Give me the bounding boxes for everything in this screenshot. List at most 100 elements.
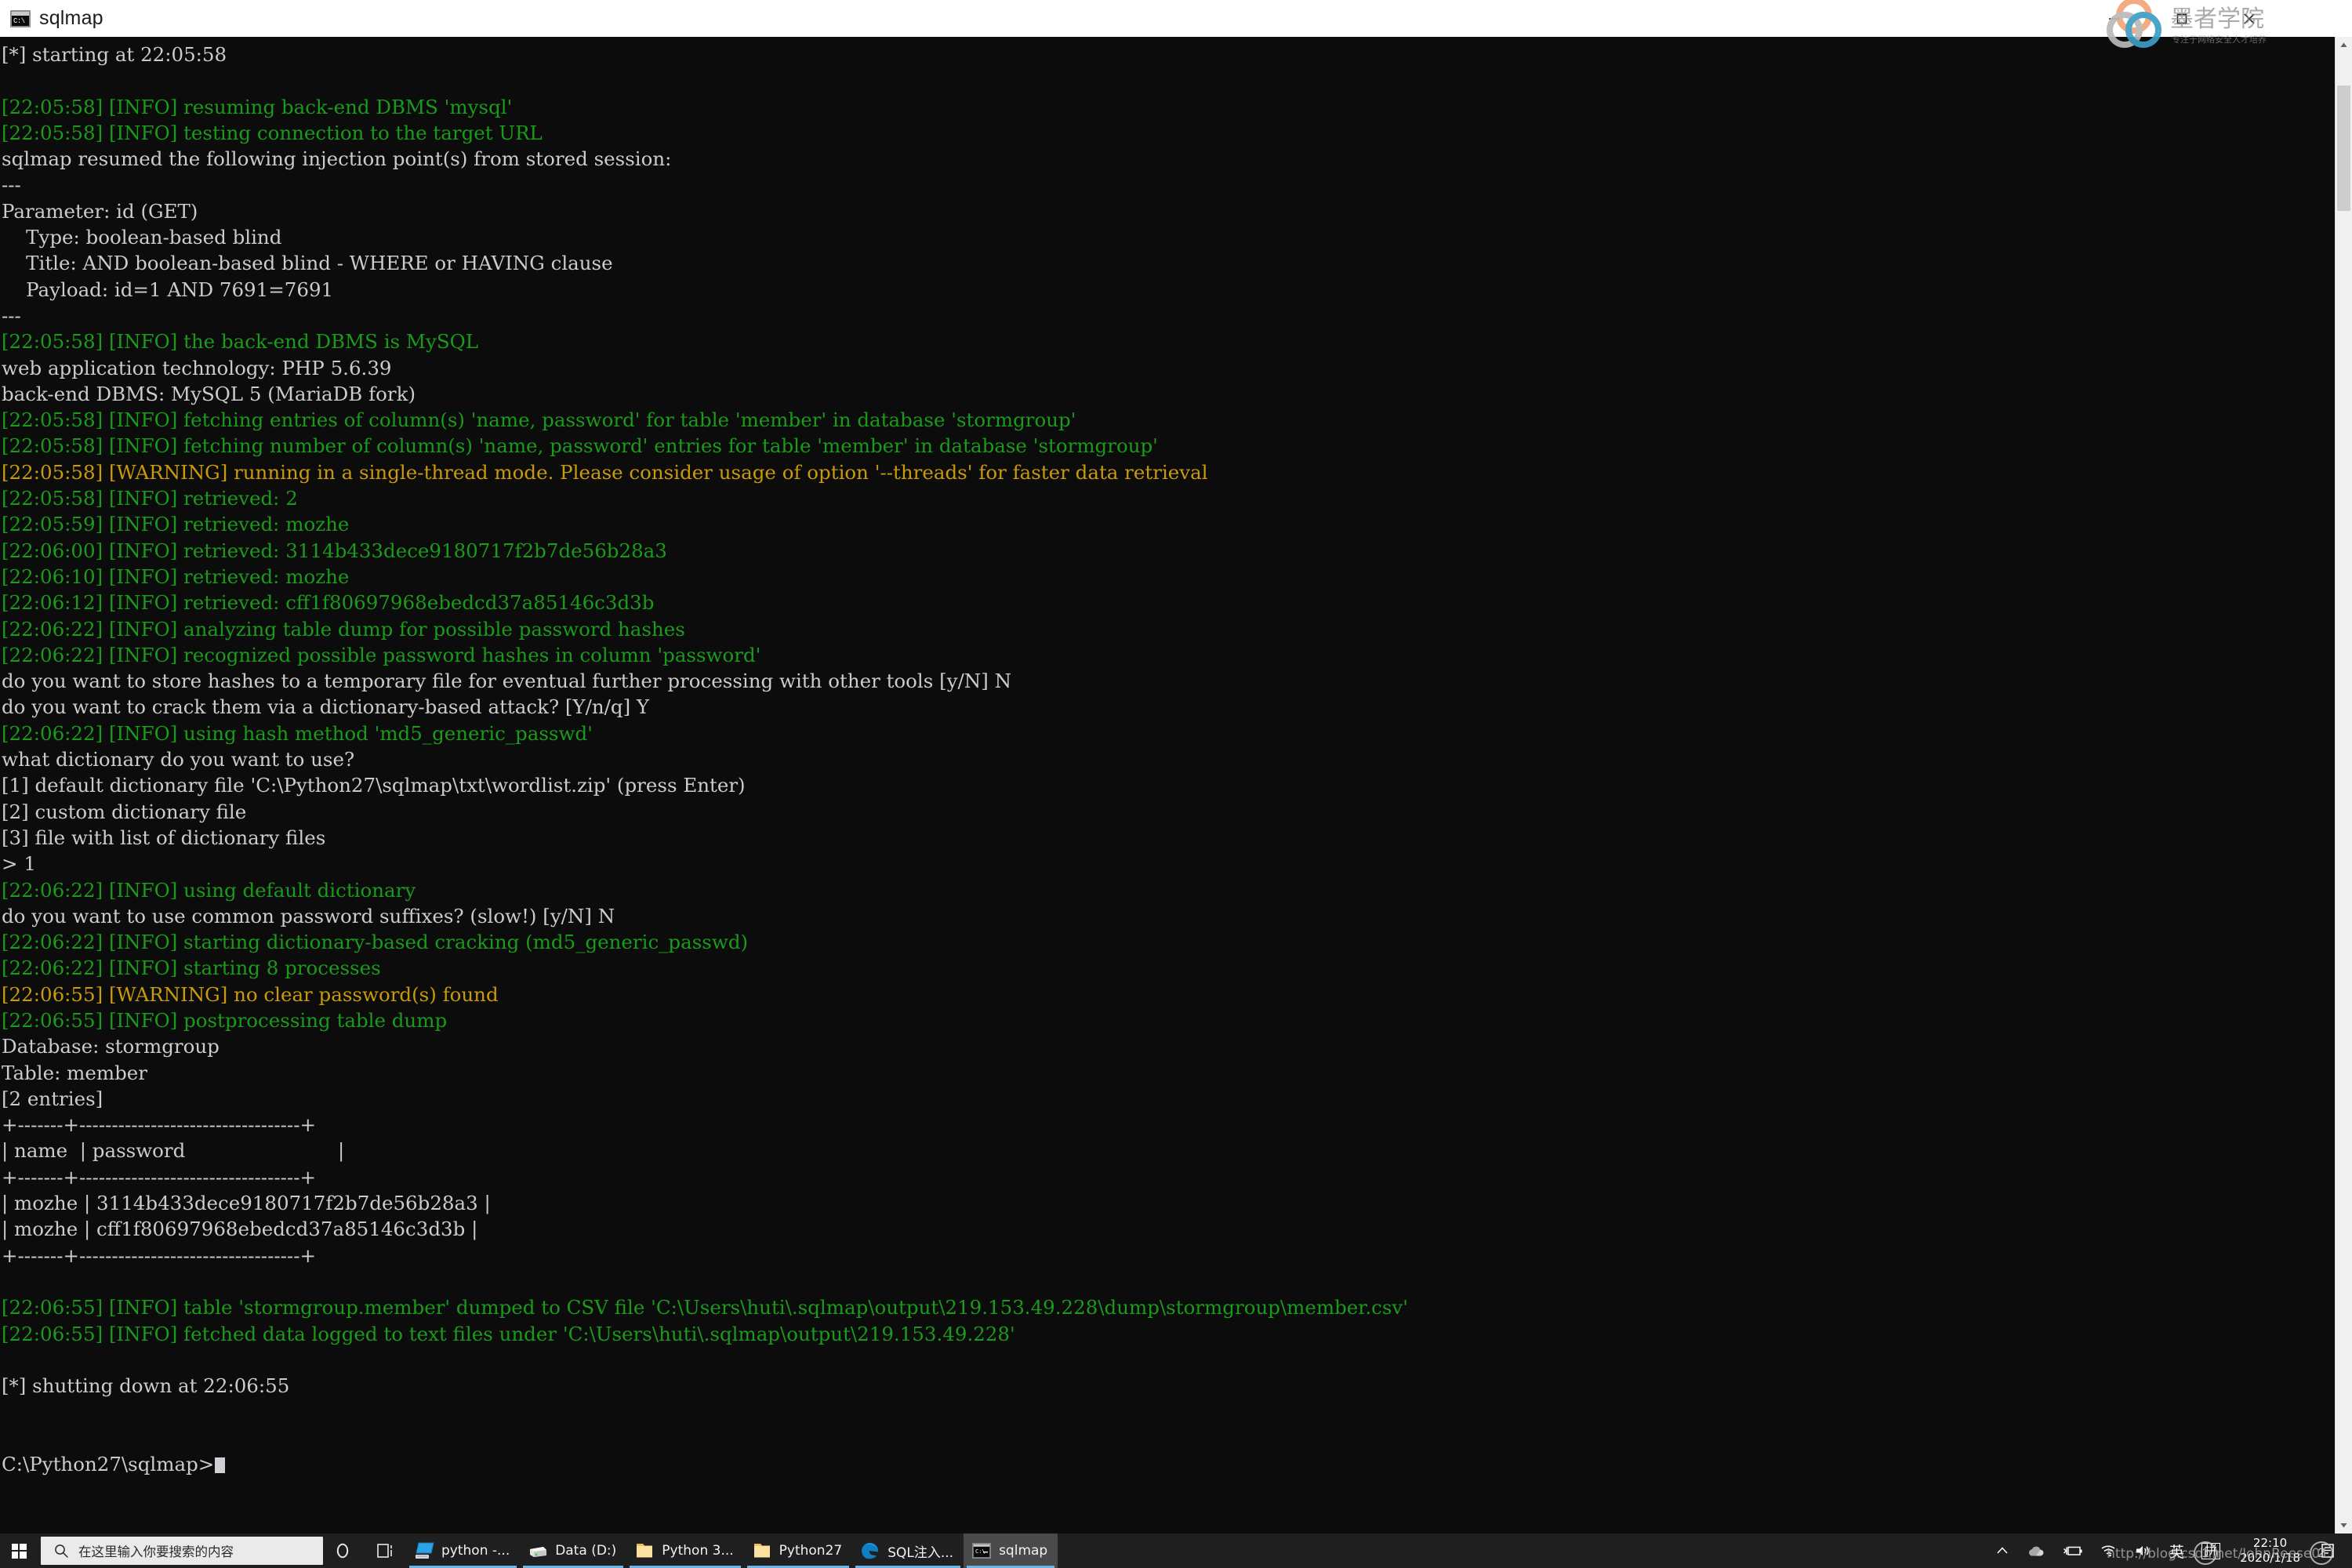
edge-icon: [860, 1541, 880, 1561]
terminal-line: what dictionary do you want to use?: [2, 748, 355, 771]
clock[interactable]: 22:10 2020/1/18: [2229, 1534, 2311, 1568]
terminal-line: do you want to crack them via a dictiona…: [2, 695, 650, 719]
terminal-line: [*] starting at 22:05:58: [2, 43, 227, 66]
cmd-icon: C:\: [10, 9, 31, 27]
cortana-ring-icon: [336, 1543, 349, 1559]
scroll-down-button[interactable]: [2336, 1517, 2352, 1534]
maximize-button[interactable]: [2148, 0, 2216, 37]
battery-icon[interactable]: [2054, 1534, 2092, 1568]
terminal-line: [22:06:55] [INFO] fetched data logged to…: [2, 1322, 1015, 1345]
terminal-scrollbar[interactable]: [2335, 37, 2352, 1534]
chevron-up-icon: [1997, 1547, 2008, 1554]
minimize-icon: [2109, 17, 2120, 20]
terminal-line: [*] shutting down at 22:06:55: [2, 1374, 290, 1398]
terminal-line: [22:06:22] [INFO] analyzing table dump f…: [2, 617, 685, 641]
taskbar-app-label: SQL注入...: [887, 1544, 954, 1561]
show-hidden-icons-button[interactable]: [1987, 1534, 2018, 1568]
action-center-icon: [2321, 1544, 2334, 1558]
drive-icon: [528, 1541, 548, 1561]
speaker-icon: [2136, 1546, 2149, 1555]
taskbar-app-button[interactable]: SQL注入...: [852, 1534, 964, 1568]
terminal-line: [3] file with list of dictionary files: [2, 826, 326, 849]
terminal-line: | mozhe | cff1f80697968ebedcd37a85146c3d…: [2, 1218, 478, 1241]
scrollbar-thumb[interactable]: [2337, 85, 2350, 211]
start-button[interactable]: [0, 1534, 38, 1568]
wifi-icon: [2101, 1545, 2115, 1557]
search-input[interactable]: 在这里输入你要搜索的内容: [41, 1537, 323, 1565]
terminal-line: > 1: [2, 852, 36, 876]
terminal-line: [22:06:22] [INFO] recognized possible pa…: [2, 643, 761, 666]
network-icon[interactable]: [2092, 1534, 2126, 1568]
folder-icon: [752, 1541, 772, 1561]
taskbar-app-button[interactable]: Python27: [744, 1534, 853, 1568]
terminal-line: sqlmap resumed the following injection p…: [2, 147, 672, 171]
ime-mode-indicator[interactable]: 拼: [2193, 1534, 2229, 1568]
terminal-output: [*] starting at 22:05:58 [22:05:58] [INFO…: [0, 37, 2335, 1534]
taskbar-app-label: Python27: [779, 1543, 843, 1559]
terminal-line: web application technology: PHP 5.6.39: [2, 356, 392, 379]
terminal-line: [22:05:59] [INFO] retrieved: mozhe: [2, 513, 350, 536]
terminal-window[interactable]: [*] starting at 22:05:58 [22:05:58] [INFO…: [0, 37, 2352, 1534]
terminal-line: [22:06:22] [INFO] using default dictiona…: [2, 878, 416, 902]
terminal-line: do you want to store hashes to a tempora…: [2, 670, 1012, 693]
cloud-icon: [2029, 1546, 2044, 1556]
cortana-button[interactable]: [323, 1534, 362, 1568]
cmd-icon-glyph: C:\: [13, 16, 25, 25]
search-placeholder-text: 在这里输入你要搜索的内容: [78, 1544, 234, 1559]
taskbar-app-label: sqlmap: [999, 1543, 1048, 1559]
window-title-bar[interactable]: C:\ sqlmap: [0, 0, 2352, 37]
task-view-icon: [377, 1544, 392, 1558]
terminal-line: Payload: id=1 AND 7691=7691: [2, 278, 334, 301]
close-button[interactable]: [2216, 0, 2283, 37]
folder-icon: [753, 1544, 770, 1558]
taskbar-app-label: Python 3...: [662, 1543, 734, 1559]
terminal-line: [22:06:22] [INFO] starting dictionary-ba…: [2, 931, 749, 954]
terminal-line: Parameter: id (GET): [2, 199, 198, 223]
terminal-line: [22:05:58] [INFO] fetching entries of co…: [2, 408, 1076, 432]
terminal-line: | mozhe | 3114b433dece9180717f2b7de56b28…: [2, 1192, 491, 1215]
clock-time: 22:10: [2252, 1536, 2288, 1550]
ime-language-indicator[interactable]: 英: [2161, 1534, 2193, 1568]
terminal-line: [22:06:10] [INFO] retrieved: mozhe: [2, 564, 350, 588]
terminal-line: Type: boolean-based blind: [2, 226, 282, 249]
chevron-down-icon: [2340, 1523, 2347, 1528]
system-tray[interactable]: 英 拼 22:10 2020/1/18: [1987, 1534, 2352, 1568]
terminal-line: [1] default dictionary file 'C:\Python27…: [2, 774, 746, 797]
folder-icon: [637, 1544, 653, 1558]
task-view-button[interactable]: [367, 1534, 406, 1568]
terminal-line: [22:06:55] [INFO] postprocessing table d…: [2, 1008, 448, 1032]
taskbar-app-button[interactable]: C:\ sqlmap: [964, 1534, 1058, 1568]
terminal-line: +-------+-------------------------------…: [2, 1165, 316, 1189]
taskbar-app-button[interactable]: Data (D:): [520, 1534, 626, 1568]
monitor-icon: [414, 1541, 434, 1561]
taskbar[interactable]: 在这里输入你要搜索的内容 python -... Data (D:) Python …: [0, 1534, 2352, 1568]
taskbar-app-label: python -...: [441, 1543, 510, 1559]
close-icon: [2244, 13, 2255, 24]
terminal-line: [22:05:58] [INFO] resuming back-end DBMS…: [2, 95, 513, 118]
scroll-up-button[interactable]: [2336, 37, 2352, 53]
taskbar-app-button[interactable]: python -...: [406, 1534, 520, 1568]
terminal-line: [22:06:22] [INFO] starting 8 processes: [2, 956, 381, 980]
minimize-button[interactable]: [2081, 0, 2148, 37]
terminal-line: [2] custom dictionary file: [2, 800, 247, 823]
terminal-line: [22:06:55] [WARNING] no clear password(s…: [2, 982, 499, 1006]
notifications-button[interactable]: [2311, 1534, 2347, 1568]
taskbar-app-button[interactable]: Python 3...: [626, 1534, 743, 1568]
maximize-icon: [2176, 13, 2187, 24]
terminal-line: | name | password |: [2, 1139, 345, 1163]
terminal-line: [22:06:12] [INFO] retrieved: cff1f806979…: [2, 591, 655, 615]
terminal-line: [22:05:58] [INFO] testing connection to …: [2, 121, 543, 144]
terminal-line: [22:06:22] [INFO] using hash method 'md5…: [2, 721, 593, 745]
terminal-line: do you want to use common password suffi…: [2, 904, 615, 927]
folder-icon: [634, 1541, 655, 1561]
terminal-line: [22:06:55] [INFO] table 'stormgroup.memb…: [2, 1296, 1408, 1319]
windows-logo-icon: [11, 1543, 27, 1559]
terminal-line: C:\Python27\sqlmap>: [2, 1451, 2335, 1477]
volume-icon[interactable]: [2126, 1534, 2161, 1568]
terminal-line: [22:05:58] [INFO] retrieved: 2: [2, 487, 298, 510]
cmd-icon: C:\: [972, 1543, 991, 1559]
onedrive-icon[interactable]: [2018, 1534, 2054, 1568]
